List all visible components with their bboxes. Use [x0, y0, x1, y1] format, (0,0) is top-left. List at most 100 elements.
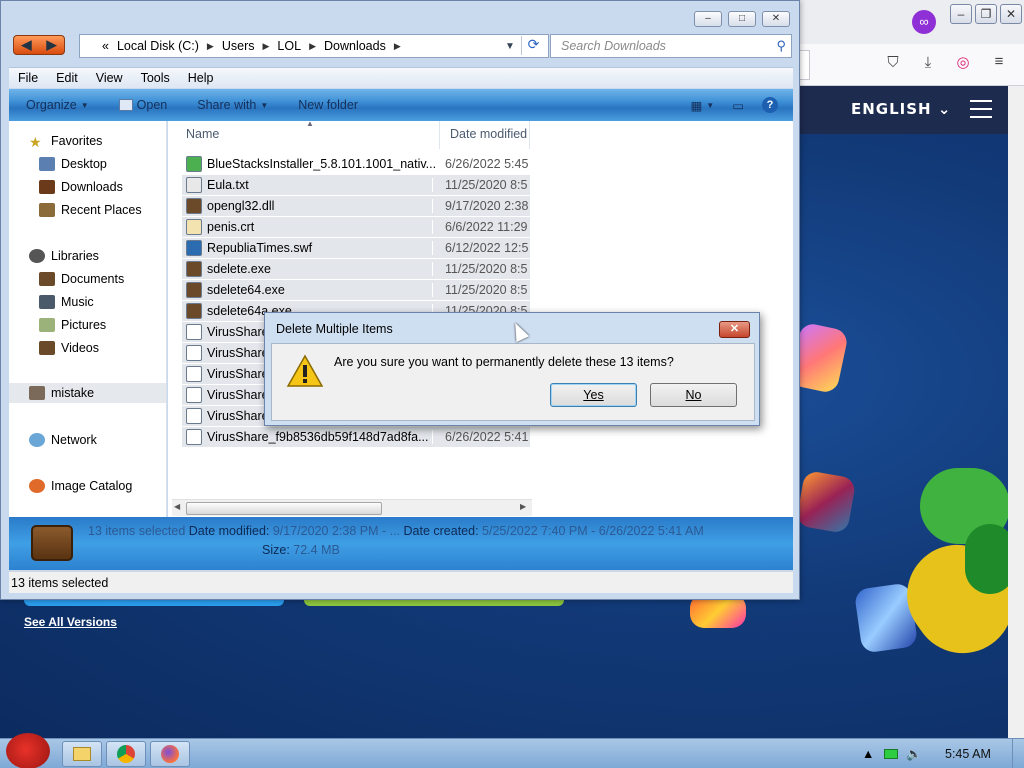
- close-button[interactable]: ✕: [762, 11, 790, 27]
- nav-network[interactable]: Network: [29, 430, 97, 450]
- secondary-button-edge[interactable]: [304, 600, 564, 606]
- nav-documents[interactable]: Documents: [39, 269, 124, 289]
- preview-pane-icon[interactable]: ▭: [723, 98, 753, 113]
- scroll-right-icon[interactable]: ▶: [520, 502, 526, 511]
- refresh-icon[interactable]: ⟳: [521, 36, 545, 55]
- download-icon[interactable]: ⤓: [918, 54, 938, 71]
- warning-icon: [286, 354, 324, 387]
- nav-recent-places[interactable]: Recent Places: [39, 200, 142, 220]
- menu-edit[interactable]: Edit: [47, 71, 87, 85]
- see-all-versions-link[interactable]: See All Versions: [24, 615, 117, 629]
- start-button[interactable]: [6, 733, 50, 768]
- breadcrumb-local-disk[interactable]: Local Disk (C:): [117, 39, 199, 53]
- nav-music[interactable]: Music: [39, 292, 94, 312]
- nav-libraries[interactable]: Libraries: [29, 246, 99, 266]
- file-row[interactable]: VirusShare_f9b8536db59f148d7ad8fa... 6/26…: [182, 427, 530, 447]
- horizontal-scrollbar[interactable]: ◀ ▶: [172, 499, 532, 516]
- videos-icon: [39, 341, 55, 355]
- file-name: RepubliaTimes.swf: [207, 241, 313, 255]
- nav-mistake[interactable]: mistake: [9, 383, 166, 403]
- file-row[interactable]: opengl32.dll 9/17/2020 2:38: [182, 196, 530, 216]
- breadcrumb-separator-icon[interactable]: ▶: [309, 41, 316, 52]
- taskbar-explorer-button[interactable]: [62, 741, 102, 767]
- clock[interactable]: 5:45 AM: [945, 747, 991, 761]
- minimize-button[interactable]: –: [694, 11, 722, 27]
- firefox-icon: [161, 745, 179, 763]
- no-button[interactable]: No: [650, 383, 737, 407]
- help-icon[interactable]: ?: [753, 97, 787, 113]
- file-name: sdelete64.exe: [207, 283, 285, 297]
- organize-button[interactable]: Organize ▼: [17, 98, 98, 112]
- details-size-label: Size:: [262, 543, 290, 557]
- breadcrumb-overflow[interactable]: «: [102, 39, 109, 53]
- column-label: Date modified: [450, 127, 528, 141]
- file-row[interactable]: Eula.txt 11/25/2020 8:5: [182, 175, 530, 195]
- browser-close-button[interactable]: ✕: [1000, 4, 1022, 24]
- navigation-pane: ★ Favorites Desktop Downloads Recent Plac…: [9, 121, 167, 517]
- language-selector[interactable]: ENGLISH ⌄: [851, 100, 951, 118]
- file-date-modified: 11/25/2020 8:5: [432, 283, 530, 297]
- breadcrumb-separator-icon[interactable]: ▶: [263, 41, 270, 52]
- hamburger-menu-icon[interactable]: [970, 100, 992, 118]
- file-name: opengl32.dll: [207, 199, 275, 213]
- new-folder-button[interactable]: New folder: [289, 98, 367, 112]
- back-forward-buttons[interactable]: ◀ ▶: [13, 35, 65, 55]
- nav-desktop[interactable]: Desktop: [39, 154, 107, 174]
- back-arrow-icon[interactable]: ◀: [22, 37, 32, 53]
- address-dropdown-icon[interactable]: ▼: [505, 41, 515, 52]
- url-bar[interactable]: [800, 50, 810, 80]
- breadcrumb-downloads[interactable]: Downloads: [324, 39, 386, 53]
- file-row[interactable]: sdelete.exe 11/25/2020 8:5: [182, 259, 530, 279]
- scrollbar-thumb[interactable]: [186, 502, 382, 515]
- menu-view[interactable]: View: [87, 71, 132, 85]
- volume-icon[interactable]: 🔈: [906, 747, 922, 762]
- tray-expand-icon[interactable]: ▲: [862, 747, 874, 761]
- file-date-modified: 6/26/2022 5:41: [432, 430, 530, 444]
- nav-pictures[interactable]: Pictures: [39, 315, 106, 335]
- virusshare-file-icon: [186, 345, 202, 361]
- yes-button[interactable]: Yes: [550, 383, 637, 407]
- menu-tools[interactable]: Tools: [132, 71, 179, 85]
- open-button[interactable]: Open: [110, 98, 177, 112]
- show-desktop-button[interactable]: [1012, 739, 1024, 768]
- file-row[interactable]: BlueStacksInstaller_5.8.101.1001_nativ..…: [182, 154, 530, 174]
- menu-file[interactable]: File: [9, 71, 47, 85]
- menu-icon[interactable]: ≡: [989, 53, 1009, 70]
- dialog-close-button[interactable]: ✕: [719, 321, 750, 338]
- column-header-date-modified[interactable]: Date modified: [440, 121, 530, 149]
- file-row[interactable]: penis.crt 6/6/2022 11:29: [182, 217, 530, 237]
- share-with-button[interactable]: Share with ▼: [188, 98, 277, 112]
- maximize-button[interactable]: □: [728, 11, 756, 27]
- search-input[interactable]: Search Downloads ⚲: [550, 34, 792, 58]
- breadcrumb-separator-icon[interactable]: ▶: [207, 41, 214, 52]
- file-row[interactable]: RepubliaTimes.swf 6/12/2022 12:5: [182, 238, 530, 258]
- taskbar-chrome-button[interactable]: [106, 741, 146, 767]
- address-bar[interactable]: « Local Disk (C:) ▶ Users ▶ LOL ▶ Downloads…: [79, 34, 549, 58]
- search-icon[interactable]: ⚲: [776, 38, 786, 54]
- nav-label: mistake: [51, 386, 95, 400]
- column-header-name[interactable]: Name ▲: [176, 119, 440, 149]
- nav-favorites[interactable]: ★ Favorites: [29, 131, 102, 151]
- file-row[interactable]: sdelete64.exe 11/25/2020 8:5: [182, 280, 530, 300]
- view-options-icon[interactable]: ▦ ▼: [681, 98, 723, 113]
- breadcrumb-separator-icon[interactable]: ▶: [394, 41, 401, 52]
- taskbar-firefox-button[interactable]: [150, 741, 190, 767]
- download-button-edge[interactable]: [24, 600, 284, 606]
- details-date-modified-label: Date modified:: [188, 524, 270, 538]
- menu-help[interactable]: Help: [179, 71, 223, 85]
- pocket-icon[interactable]: ⛉: [883, 54, 903, 71]
- nav-image-catalog[interactable]: Image Catalog: [29, 476, 132, 496]
- browser-minimize-button[interactable]: –: [950, 4, 972, 24]
- scroll-left-icon[interactable]: ◀: [174, 502, 180, 511]
- browser-restore-button[interactable]: ❐: [975, 4, 997, 24]
- chevron-down-icon: ⌄: [937, 100, 952, 118]
- battery-icon[interactable]: [884, 749, 898, 759]
- breadcrumb-lol[interactable]: LOL: [277, 39, 301, 53]
- explorer-titlebar[interactable]: – □ ✕: [1, 1, 799, 29]
- nav-downloads[interactable]: Downloads: [39, 177, 123, 197]
- forward-arrow-icon[interactable]: ▶: [47, 37, 57, 53]
- nav-videos[interactable]: Videos: [39, 338, 99, 358]
- breadcrumb-users[interactable]: Users: [222, 39, 255, 53]
- browser-scrollbar[interactable]: [1008, 86, 1024, 738]
- extension-icon[interactable]: ◎: [953, 53, 973, 71]
